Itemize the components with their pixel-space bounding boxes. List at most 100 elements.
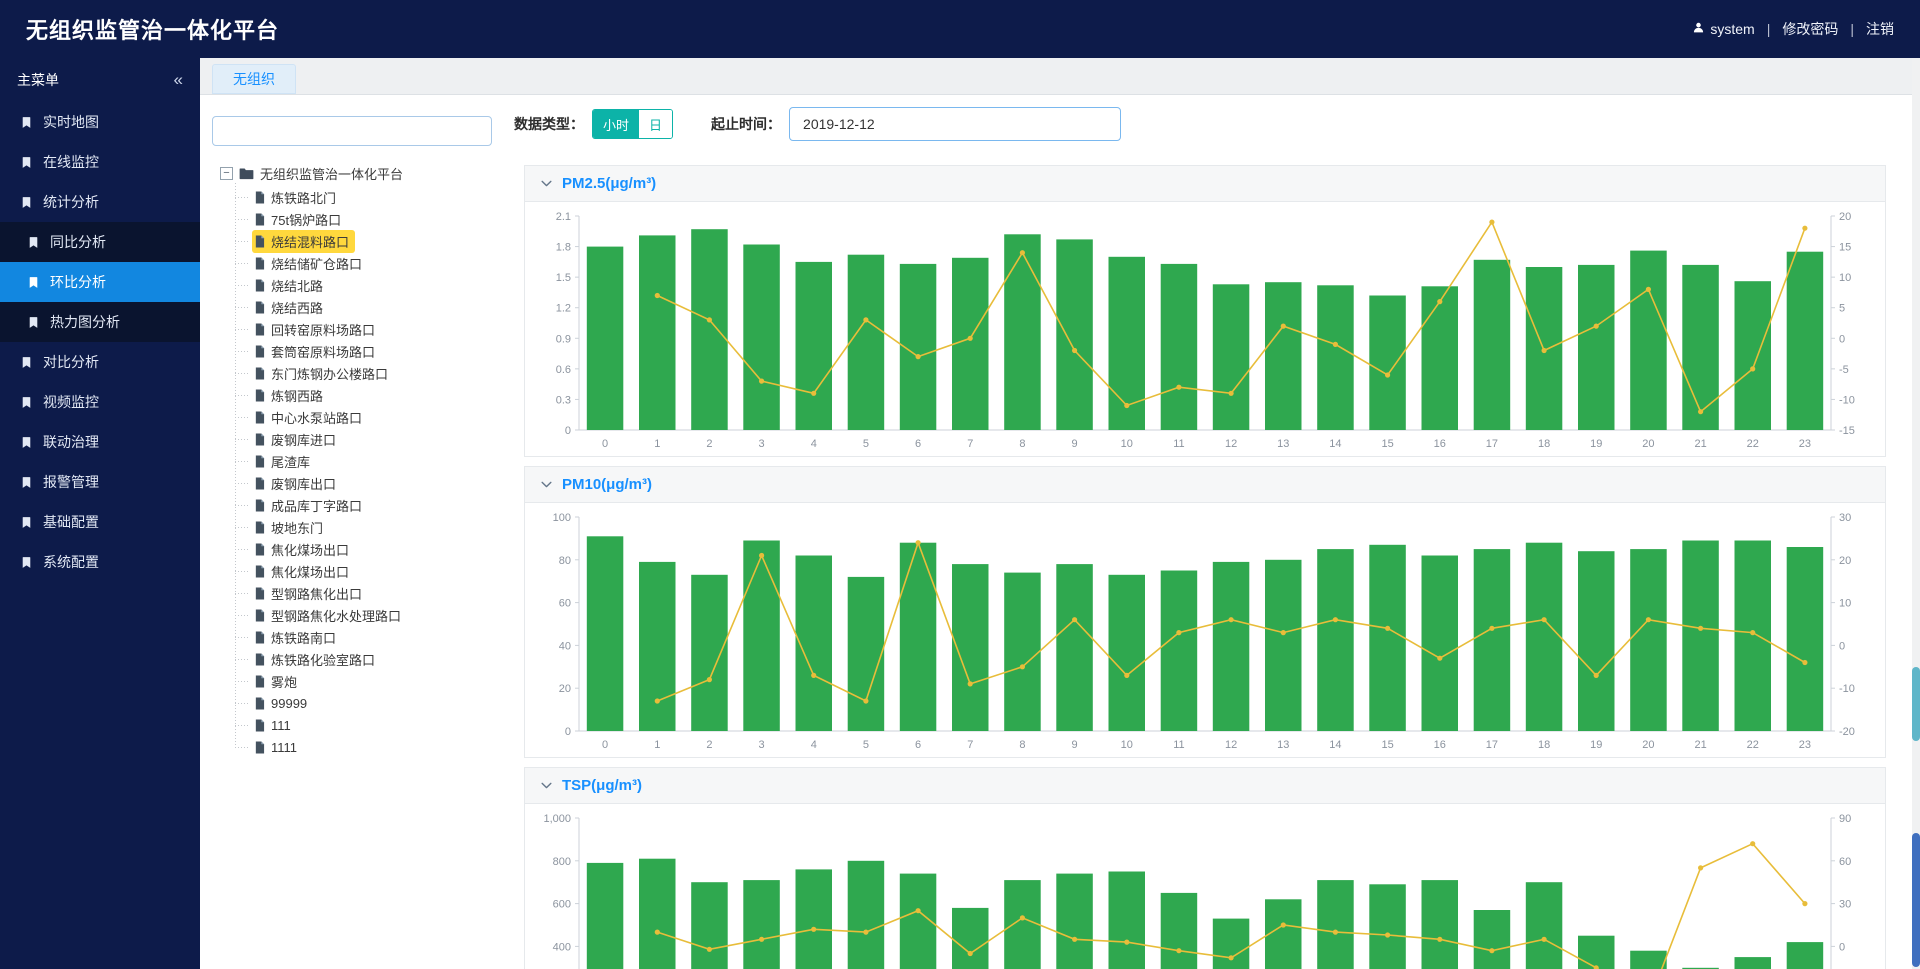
svg-text:18: 18 <box>1538 739 1550 751</box>
date-range-input[interactable] <box>789 107 1121 141</box>
sidebar-item[interactable]: 系统配置 <box>0 542 200 582</box>
tree-node[interactable]: 炼钢西路 <box>252 384 496 406</box>
tree-node[interactable]: 烧结北路 <box>252 274 496 296</box>
chevron-down-icon[interactable] <box>540 478 553 491</box>
tree-node[interactable]: 1111 <box>252 736 496 758</box>
chevron-down-icon[interactable] <box>540 779 553 792</box>
vertical-scrollbar <box>1912 58 1920 969</box>
tree-node[interactable]: 焦化煤场出口 <box>252 560 496 582</box>
scrollbar-thumb-inner[interactable] <box>1912 667 1920 741</box>
svg-text:22: 22 <box>1747 438 1759 450</box>
tree-node[interactable]: 烧结西路 <box>252 296 496 318</box>
chart-title: PM10(μg/m³) <box>562 476 652 493</box>
sidebar-item[interactable]: 对比分析 <box>0 342 200 382</box>
document-icon <box>254 521 265 534</box>
scrollbar-thumb-outer[interactable] <box>1912 833 1920 967</box>
svg-text:40: 40 <box>559 640 571 652</box>
sidebar-item[interactable]: 视频监控 <box>0 382 200 422</box>
bookmark-icon <box>27 236 40 249</box>
svg-text:19: 19 <box>1590 438 1602 450</box>
tree-node-label: 中心水泵站路口 <box>271 408 362 427</box>
sidebar-item[interactable]: 统计分析 <box>0 182 200 222</box>
document-icon <box>254 631 265 644</box>
data-type-option[interactable]: 日 <box>639 110 672 138</box>
bookmark-icon <box>20 396 33 409</box>
svg-text:100: 100 <box>553 512 571 524</box>
tree-node[interactable]: 111 <box>252 714 496 736</box>
change-password-link[interactable]: 修改密码 <box>1782 19 1838 39</box>
tree-search-input[interactable] <box>212 116 492 146</box>
sidebar-item-label: 对比分析 <box>43 352 99 372</box>
svg-text:20: 20 <box>1839 211 1851 223</box>
svg-text:23: 23 <box>1799 438 1811 450</box>
tree-node[interactable]: 雾炮 <box>252 670 496 692</box>
tree-node[interactable]: 炼铁路化验室路口 <box>252 648 496 670</box>
data-type-option[interactable]: 小时 <box>593 110 639 138</box>
tree-node[interactable]: 废钢库进口 <box>252 428 496 450</box>
svg-text:0: 0 <box>602 438 608 450</box>
svg-text:5: 5 <box>863 438 869 450</box>
tree-node-label: 坡地东门 <box>271 518 323 537</box>
sidebar-item[interactable]: 联动治理 <box>0 422 200 462</box>
sidebar-item-label: 视频监控 <box>43 392 99 412</box>
tree-node[interactable]: 坡地东门 <box>252 516 496 538</box>
user-menu[interactable]: system <box>1692 21 1754 37</box>
sidebar-item-label: 热力图分析 <box>50 312 120 332</box>
tree-node[interactable]: 成品库丁字路口 <box>252 494 496 516</box>
chart-panel: PM2.5(μg/m³)00.30.60.91.21.51.82.1-15-10… <box>524 165 1886 457</box>
sidebar-item[interactable]: 基础配置 <box>0 502 200 542</box>
sidebar-item[interactable]: 报警管理 <box>0 462 200 502</box>
svg-text:21: 21 <box>1694 438 1706 450</box>
chevron-down-icon[interactable] <box>540 177 553 190</box>
svg-text:1.2: 1.2 <box>556 303 571 315</box>
document-icon <box>254 191 265 204</box>
tree-node[interactable]: 炼铁路北门 <box>252 186 496 208</box>
sidebar-item[interactable]: 在线监控 <box>0 142 200 182</box>
sidebar-subitem[interactable]: 同比分析 <box>0 222 200 262</box>
tree-node-label: 回转窑原料场路口 <box>271 320 375 339</box>
bookmark-icon <box>27 316 40 329</box>
user-icon <box>1692 21 1705 37</box>
tree-node[interactable]: 型钢路焦化水处理路口 <box>252 604 496 626</box>
document-icon <box>254 609 265 622</box>
tree-node[interactable]: 75t锅炉路口 <box>252 208 496 230</box>
svg-text:0: 0 <box>565 425 571 437</box>
tab-unorganized[interactable]: 无组织 <box>212 64 296 94</box>
logout-link[interactable]: 注销 <box>1866 19 1894 39</box>
tree-node[interactable]: 废钢库出口 <box>252 472 496 494</box>
chart-body: 020406080100-20-100102030012345678910111… <box>525 503 1885 757</box>
tree-node[interactable]: 烧结混料路口 <box>252 230 496 252</box>
document-icon <box>254 433 265 446</box>
svg-text:21: 21 <box>1694 739 1706 751</box>
svg-text:23: 23 <box>1799 739 1811 751</box>
svg-text:19: 19 <box>1590 739 1602 751</box>
sidebar-subitem[interactable]: 环比分析 <box>0 262 200 302</box>
sidebar-item-label: 在线监控 <box>43 152 99 172</box>
tree-node[interactable]: 烧结储矿仓路口 <box>252 252 496 274</box>
tab-bar: 无组织 <box>200 58 1920 95</box>
document-icon <box>254 367 265 380</box>
collapse-sidebar-button[interactable]: « <box>174 70 183 90</box>
sidebar-item-label: 统计分析 <box>43 192 99 212</box>
tree-node[interactable]: 套筒窑原料场路口 <box>252 340 496 362</box>
sidebar-item[interactable]: 实时地图 <box>0 102 200 142</box>
svg-text:4: 4 <box>811 739 817 751</box>
tree-node[interactable]: 炼铁路南口 <box>252 626 496 648</box>
svg-text:3: 3 <box>759 739 765 751</box>
svg-text:60: 60 <box>559 598 571 610</box>
tree-node[interactable]: 型钢路焦化出口 <box>252 582 496 604</box>
tree-node[interactable]: 尾渣库 <box>252 450 496 472</box>
tree-node[interactable]: 东门炼钢办公楼路口 <box>252 362 496 384</box>
tree-root-node[interactable]: − 无组织监管治一体化平台 <box>220 162 496 184</box>
tree-node[interactable]: 99999 <box>252 692 496 714</box>
data-type-toggle: 小时日 <box>592 109 673 139</box>
sidebar-subitem[interactable]: 热力图分析 <box>0 302 200 342</box>
svg-text:14: 14 <box>1329 739 1341 751</box>
bookmark-icon <box>20 196 33 209</box>
minus-box-icon[interactable]: − <box>220 167 233 180</box>
document-icon <box>254 697 265 710</box>
tree-node[interactable]: 回转窑原料场路口 <box>252 318 496 340</box>
tree-node[interactable]: 焦化煤场出口 <box>252 538 496 560</box>
tree-node[interactable]: 中心水泵站路口 <box>252 406 496 428</box>
tree-node-label: 烧结储矿仓路口 <box>271 254 362 273</box>
